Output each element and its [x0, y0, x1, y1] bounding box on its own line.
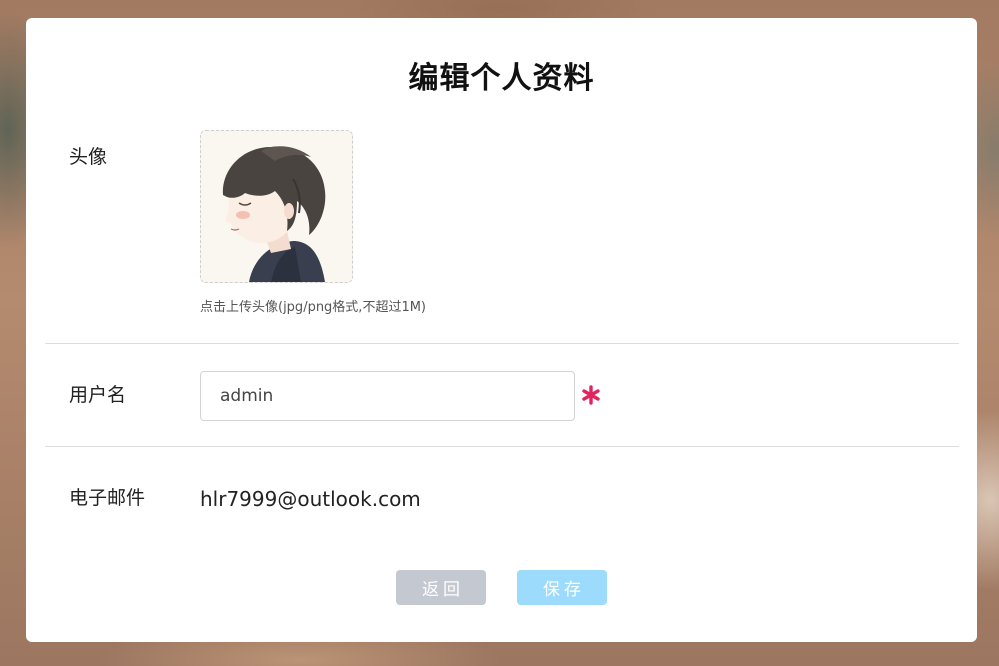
back-button[interactable]: 返回 [396, 570, 486, 605]
save-button[interactable]: 保存 [517, 570, 607, 605]
email-value: hlr7999@outlook.com [200, 487, 421, 511]
username-input[interactable] [200, 371, 575, 421]
edit-profile-dialog: 编辑个人资料 头像 点击上传头像(jpg/png格式,不超过1M) 用户名 ad… [26, 18, 977, 642]
email-label: 电子邮件 [69, 487, 146, 509]
avatar-label: 头像 [69, 146, 108, 168]
upload-hint: 点击上传头像(jpg/png格式,不超过1M) [200, 300, 427, 315]
avatar-image [201, 131, 352, 282]
asterisk-icon [582, 385, 600, 405]
username-label: 用户名 [69, 384, 127, 406]
avatar-upload[interactable] [200, 130, 353, 283]
page-title: 编辑个人资料 [408, 61, 595, 96]
divider [45, 343, 959, 344]
divider [45, 446, 959, 447]
